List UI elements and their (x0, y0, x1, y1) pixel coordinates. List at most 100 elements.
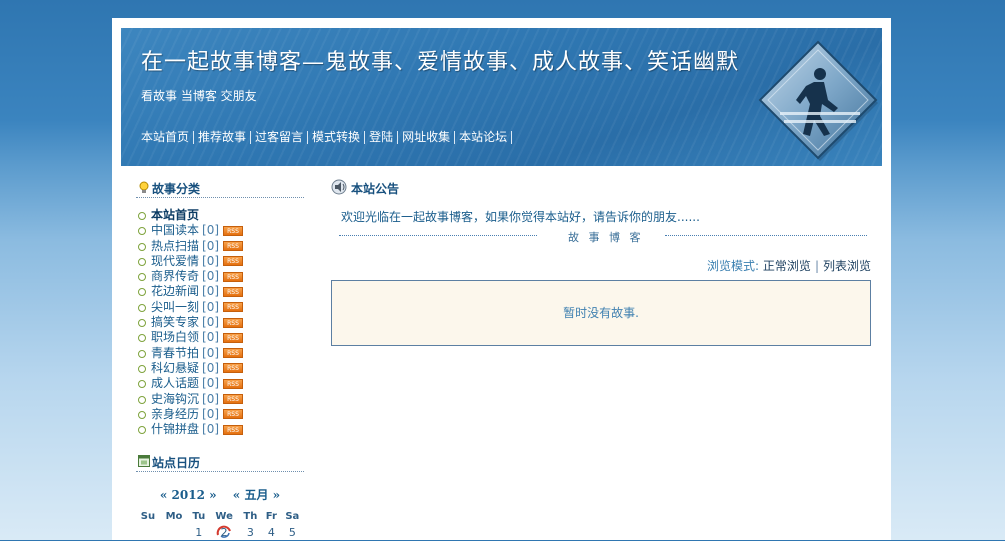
bullet-icon (138, 288, 146, 297)
normal-view-link[interactable]: 正常浏览 (763, 259, 811, 273)
category-count: [0] (202, 330, 220, 345)
rss-icon[interactable]: RSS (223, 286, 244, 297)
rss-icon[interactable]: RSS (223, 348, 244, 359)
category-item[interactable]: 亲身经历 [0] RSS (136, 407, 304, 422)
weekday-label: We (215, 511, 233, 523)
category-item[interactable]: 史海钩沉 [0] RSS (136, 392, 304, 407)
calendar-week-row: 1 2 3 4 5 (136, 524, 304, 541)
nav-mode-switch[interactable]: 模式转换 (312, 131, 366, 144)
calendar-section: 站点日历 « 2012 » « 五月 » Su Mo Tu We Th Fr S… (136, 454, 304, 541)
category-name[interactable]: 搞笑专家 (151, 315, 199, 329)
category-item[interactable]: 青春节拍 [0] RSS (136, 346, 304, 361)
weekday-label: Tu (192, 511, 206, 523)
bullet-icon (138, 227, 146, 236)
calendar-day-today[interactable]: 2 (210, 524, 239, 541)
main-content: 本站公告 欢迎光临在一起故事博客，如果你觉得本站好，请告诉你的朋友...... … (331, 179, 871, 346)
bullet-icon (138, 410, 146, 419)
calendar-day[interactable]: 1 (188, 524, 209, 541)
category-item[interactable]: 搞笑专家 [0] RSS (136, 315, 304, 330)
bullet-icon (138, 349, 146, 358)
category-count: [0] (202, 284, 220, 299)
category-name[interactable]: 科幻悬疑 (151, 361, 199, 375)
rss-icon[interactable]: RSS (223, 302, 244, 313)
categories-title: 故事分类 (152, 182, 201, 196)
categories-heading: 故事分类 (136, 180, 304, 198)
category-item[interactable]: 科幻悬疑 [0] RSS (136, 361, 304, 376)
rss-icon[interactable]: RSS (223, 256, 244, 267)
bullet-icon (138, 319, 146, 328)
nav-forum[interactable]: 本站论坛 (459, 131, 513, 144)
calendar-day[interactable]: 4 (262, 524, 281, 541)
category-item[interactable]: 花边新闻 [0] RSS (136, 284, 304, 299)
rss-icon[interactable]: RSS (223, 241, 244, 252)
category-name[interactable]: 商界传奇 (151, 269, 199, 283)
category-count: [0] (202, 422, 220, 437)
rss-icon[interactable]: RSS (223, 394, 244, 405)
bullet-icon (138, 242, 146, 251)
divider-label: 故 事 博 客 (568, 231, 644, 244)
category-name[interactable]: 花边新闻 (151, 284, 199, 298)
calendar-navigation: « 2012 » « 五月 » (136, 486, 304, 503)
category-count: [0] (202, 315, 220, 330)
category-item[interactable]: 中国读本 [0] RSS (136, 223, 304, 238)
rss-icon[interactable]: RSS (223, 363, 244, 374)
rss-icon[interactable]: RSS (223, 378, 244, 389)
bullet-icon (138, 380, 146, 389)
calendar-year-nav[interactable]: « 2012 » (160, 488, 217, 502)
calendar-day (160, 524, 188, 541)
category-item[interactable]: 尖叫一刻 [0] RSS (136, 300, 304, 315)
calendar-day[interactable]: 5 (281, 524, 304, 541)
nav-links[interactable]: 网址收集 (402, 131, 456, 144)
category-count: [0] (202, 360, 220, 375)
bullet-icon (138, 303, 146, 312)
weekday-label: Su (140, 511, 156, 523)
rss-icon[interactable]: RSS (223, 409, 244, 420)
divider-line-right (665, 235, 867, 236)
bullet-icon (138, 364, 146, 373)
category-name[interactable]: 成人话题 (151, 376, 199, 390)
site-header: 在一起故事博客—鬼故事、爱情故事、成人故事、笑话幽默 看故事 当博客 交朋友 本… (121, 28, 882, 166)
browse-mode-label: 浏览模式: (707, 259, 760, 273)
category-name[interactable]: 职场白领 (151, 330, 199, 344)
category-count: [0] (202, 345, 220, 360)
nav-guestbook[interactable]: 过客留言 (255, 131, 309, 144)
nav-home[interactable]: 本站首页 (141, 131, 195, 144)
category-count: [0] (202, 269, 220, 284)
category-name[interactable]: 史海钩沉 (151, 392, 199, 406)
category-item[interactable]: 什锦拼盘 [0] RSS (136, 422, 304, 437)
nav-recommended[interactable]: 推荐故事 (198, 131, 252, 144)
rss-icon[interactable]: RSS (223, 332, 244, 343)
category-name[interactable]: 热点扫描 (151, 239, 199, 253)
category-name[interactable]: 青春节拍 (151, 346, 199, 360)
list-view-link[interactable]: 列表浏览 (823, 259, 871, 273)
category-item[interactable]: 成人话题 [0] RSS (136, 376, 304, 391)
category-name[interactable]: 什锦拼盘 (151, 422, 199, 436)
category-item[interactable]: 热点扫描 [0] RSS (136, 239, 304, 254)
calendar-day[interactable]: 3 (239, 524, 262, 541)
calendar-month-nav[interactable]: « 五月 » (233, 488, 280, 502)
rss-icon[interactable]: RSS (223, 317, 244, 328)
rss-icon[interactable]: RSS (223, 271, 244, 282)
bullet-icon (138, 334, 146, 343)
category-name[interactable]: 亲身经历 (151, 407, 199, 421)
category-name[interactable]: 尖叫一刻 (151, 300, 199, 314)
bullet-icon (138, 395, 146, 404)
category-count: [0] (202, 376, 220, 391)
category-name[interactable]: 本站首页 (151, 208, 199, 222)
category-item[interactable]: 本站首页 (136, 208, 304, 223)
category-count: [0] (202, 223, 220, 238)
rss-icon[interactable]: RSS (223, 424, 244, 435)
empty-story-message: 暂时没有故事. (331, 280, 871, 346)
category-item[interactable]: 商界传奇 [0] RSS (136, 269, 304, 284)
bullet-icon (138, 426, 146, 435)
category-count: [0] (202, 253, 220, 268)
category-count: [0] (202, 391, 220, 406)
site-title[interactable]: 在一起故事博客—鬼故事、爱情故事、成人故事、笑话幽默 (141, 44, 739, 76)
weekday-label: Mo (165, 511, 183, 523)
category-name[interactable]: 现代爱情 (151, 254, 199, 268)
rss-icon[interactable]: RSS (223, 225, 244, 236)
category-item[interactable]: 现代爱情 [0] RSS (136, 254, 304, 269)
category-name[interactable]: 中国读本 (151, 223, 199, 237)
nav-login[interactable]: 登陆 (369, 131, 399, 144)
category-item[interactable]: 职场白领 [0] RSS (136, 330, 304, 345)
